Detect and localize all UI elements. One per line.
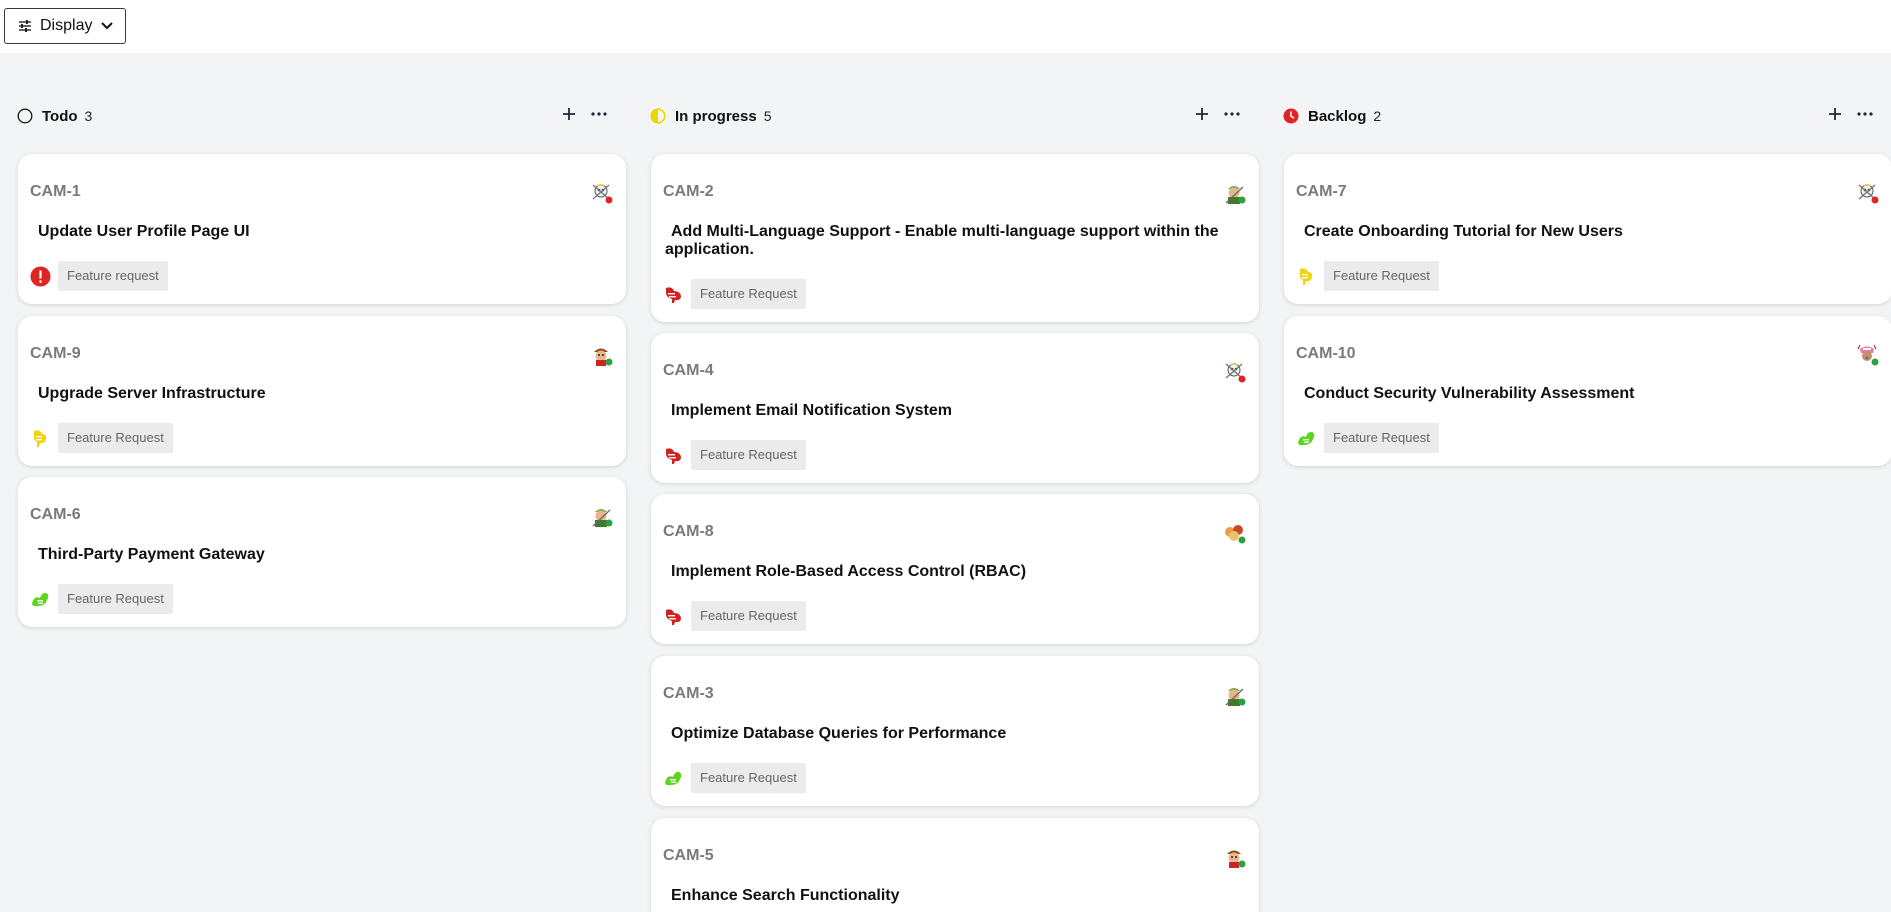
swordsman-avatar[interactable] — [1223, 683, 1247, 707]
red-priority-icon[interactable] — [663, 445, 684, 466]
issue-title: Upgrade Server Infrastructure — [38, 385, 266, 402]
skull-avatar[interactable] — [1223, 360, 1247, 384]
more-icon[interactable] — [1855, 104, 1875, 124]
issue-footer: Feature Request — [1296, 423, 1439, 453]
issue-title: Enhance Search Functionality — [671, 887, 900, 904]
swordsman-avatar[interactable] — [590, 504, 614, 528]
issue-footer: Feature Request — [30, 584, 173, 614]
column-header: Backlog 2 — [1266, 102, 1875, 130]
half-circle-icon — [650, 108, 666, 124]
column-title: Backlog — [1308, 107, 1367, 125]
issue-title: Optimize Database Queries for Performanc… — [671, 725, 1007, 742]
issue-id: CAM-9 — [30, 345, 81, 362]
issue-title: Implement Role-Based Access Control (RBA… — [671, 563, 1027, 580]
issue-title: Create Onboarding Tutorial for New Users — [1304, 223, 1623, 240]
clock-icon — [1283, 108, 1299, 124]
issue-card[interactable]: CAM-5 Enhance Search Functionality — [651, 818, 1259, 912]
top-toolbar: Display — [0, 0, 1891, 53]
sliders-icon — [18, 19, 32, 33]
issue-footer: Feature request — [30, 261, 168, 291]
green-priority-icon[interactable] — [30, 589, 51, 610]
chevron-down-icon — [100, 21, 114, 31]
red-priority-icon[interactable] — [663, 606, 684, 627]
add-icon[interactable] — [1192, 104, 1212, 124]
issue-id: CAM-1 — [30, 183, 81, 200]
issue-id: CAM-7 — [1296, 183, 1347, 200]
issue-id: CAM-4 — [663, 362, 714, 379]
add-icon[interactable] — [559, 104, 579, 124]
label-tag[interactable]: Feature Request — [691, 763, 806, 793]
column-todo: Todo 3 — [0, 100, 609, 128]
skull-avatar[interactable] — [1856, 181, 1880, 205]
yellow-priority-icon[interactable] — [1296, 266, 1317, 287]
label-tag[interactable]: Feature Request — [58, 423, 173, 453]
issue-id: CAM-6 — [30, 506, 81, 523]
display-button[interactable]: Display — [4, 8, 127, 44]
label-tag[interactable]: Feature Request — [691, 601, 806, 631]
add-icon[interactable] — [1825, 104, 1845, 124]
green-priority-icon[interactable] — [663, 768, 684, 789]
issue-title: Implement Email Notification System — [671, 402, 952, 419]
column-title: Todo — [42, 107, 78, 125]
issue-card[interactable]: CAM-6 Third-Party Payment Gateway Featur… — [18, 477, 626, 627]
swordsman-avatar[interactable] — [1223, 181, 1247, 205]
issue-footer: Feature Request — [663, 601, 806, 631]
column-backlog: Backlog 2 — [1266, 100, 1875, 128]
label-tag[interactable]: Feature request — [58, 261, 168, 291]
display-label: Display — [40, 17, 93, 34]
label-tag[interactable]: Feature Request — [1324, 261, 1439, 291]
issue-footer: Feature Request — [663, 279, 806, 309]
issue-id: CAM-5 — [663, 847, 714, 864]
reindeer-avatar[interactable] — [1856, 343, 1880, 367]
issue-card[interactable]: CAM-9 Upgrade Server Infrastructure Feat… — [18, 316, 626, 466]
red-priority-icon[interactable] — [663, 284, 684, 305]
column-header: Todo 3 — [0, 102, 609, 130]
issue-id: CAM-2 — [663, 183, 714, 200]
more-icon[interactable] — [589, 104, 609, 124]
circle-outline-icon — [17, 108, 33, 124]
issue-card[interactable]: CAM-8 Implement Role-Based Access Contro… — [651, 494, 1259, 644]
issue-title: Conduct Security Vulnerability Assessmen… — [1304, 385, 1635, 402]
column-actions — [1825, 104, 1875, 124]
column-count: 2 — [1373, 108, 1382, 124]
issue-card[interactable]: CAM-1 Update User Profile Page UI Featur… — [18, 154, 626, 304]
issue-title: Update User Profile Page UI — [38, 223, 250, 240]
column-actions — [559, 104, 609, 124]
column-header: In progress 5 — [633, 102, 1242, 130]
issue-footer: Feature Request — [663, 763, 806, 793]
skull-avatar[interactable] — [590, 181, 614, 205]
issue-footer: Feature Request — [30, 423, 173, 453]
issue-card[interactable]: CAM-10 Conduct Security Vulnerability As… — [1284, 316, 1891, 466]
label-tag[interactable]: Feature Request — [691, 440, 806, 470]
column-count: 5 — [763, 108, 772, 124]
crew-avatar[interactable] — [1223, 521, 1247, 545]
issue-title: Add Multi-Language Support - Enable mult… — [665, 223, 1219, 258]
column-in-progress: In progress 5 — [633, 100, 1242, 128]
more-icon[interactable] — [1222, 104, 1242, 124]
issue-id: CAM-10 — [1296, 345, 1356, 362]
pirate-avatar[interactable] — [1223, 845, 1247, 869]
issue-card[interactable]: CAM-2 Add Multi-Language Support - Enabl… — [651, 154, 1259, 322]
issue-footer: Feature Request — [1296, 261, 1439, 291]
issue-footer: Feature Request — [663, 440, 806, 470]
column-title: In progress — [675, 107, 757, 125]
label-tag[interactable]: Feature Request — [58, 584, 173, 614]
column-count: 3 — [84, 108, 93, 124]
issue-id: CAM-3 — [663, 685, 714, 702]
issue-card[interactable]: CAM-3 Optimize Database Queries for Perf… — [651, 656, 1259, 806]
issue-id: CAM-8 — [663, 523, 714, 540]
issue-title: Third-Party Payment Gateway — [38, 546, 265, 563]
issue-card[interactable]: CAM-7 Create Onboarding Tutorial for New… — [1284, 154, 1891, 304]
urgent-icon[interactable] — [30, 266, 51, 287]
label-tag[interactable]: Feature Request — [1324, 423, 1439, 453]
yellow-priority-icon[interactable] — [30, 428, 51, 449]
label-tag[interactable]: Feature Request — [691, 279, 806, 309]
green-priority-icon[interactable] — [1296, 428, 1317, 449]
issue-card[interactable]: CAM-4 Implement Email Notification Syste… — [651, 333, 1259, 483]
column-actions — [1192, 104, 1242, 124]
pirate-avatar[interactable] — [590, 343, 614, 367]
